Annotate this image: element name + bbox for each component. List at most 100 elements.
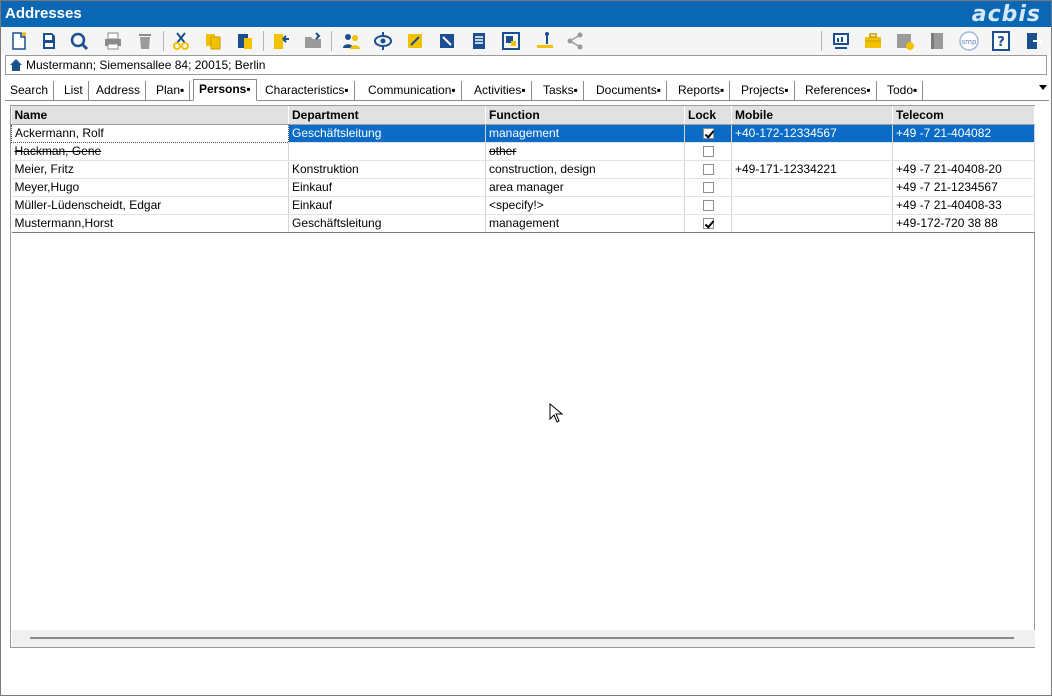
cell-telecom[interactable]: +49-172-720 38 88 [892, 214, 1035, 233]
cell-function[interactable]: construction, design [485, 160, 685, 179]
persons-grid: Name Department Function Lock Mobile Tel… [10, 105, 1035, 648]
layout-icon[interactable] [499, 29, 523, 53]
cell-lock[interactable] [684, 196, 732, 215]
tab-activities[interactable]: Activities▪ [469, 81, 532, 101]
table-row[interactable]: Mustermann,Horst Geschäftsleitung manage… [11, 214, 1035, 233]
import-icon[interactable] [269, 29, 293, 53]
column-header-name[interactable]: Name [11, 106, 289, 125]
tab-communication[interactable]: Communication▪ [363, 81, 462, 101]
cell-telecom[interactable] [892, 142, 1035, 161]
cell-telecom[interactable]: +49 -7 21-404082 [892, 124, 1035, 143]
address-summary-bar: Mustermann; Siemensallee 84; 20015; Berl… [5, 55, 1047, 75]
table-row[interactable]: Hackman, Gene other [11, 142, 1035, 161]
copy-icon[interactable] [201, 29, 225, 53]
edit-icon[interactable] [403, 29, 427, 53]
cell-name[interactable]: Meier, Fritz [11, 160, 289, 179]
lock-checkbox[interactable] [702, 164, 714, 176]
cell-lock[interactable] [684, 178, 732, 197]
cell-mobile[interactable]: +40-172-12334567 [731, 124, 893, 143]
tab-persons[interactable]: Persons▪ [193, 79, 257, 101]
cell-name[interactable]: Hackman, Gene [11, 142, 289, 161]
toolbar: smp ? [1, 27, 1051, 55]
cell-department[interactable]: Geschäftsleitung [288, 214, 486, 233]
column-header-function[interactable]: Function [485, 106, 685, 125]
cell-function[interactable]: other [485, 142, 685, 161]
cell-mobile[interactable] [731, 178, 893, 197]
cell-department[interactable]: Geschäftsleitung [288, 124, 486, 143]
tab-plan[interactable]: Plan▪ [151, 81, 191, 101]
search-icon[interactable] [67, 29, 91, 53]
lock-checkbox[interactable] [702, 218, 714, 230]
cell-mobile[interactable]: +49-171-12334221 [731, 160, 893, 179]
lock-checkbox[interactable] [702, 182, 714, 194]
cell-function[interactable]: management [485, 124, 685, 143]
ruler-icon[interactable] [533, 29, 557, 53]
tab-characteristics[interactable]: Characteristics▪ [260, 81, 355, 101]
open-folder-icon[interactable] [301, 29, 325, 53]
cell-function[interactable]: area manager [485, 178, 685, 197]
cell-lock[interactable] [684, 142, 732, 161]
cell-department[interactable]: Einkauf [288, 196, 486, 215]
save-icon[interactable] [37, 29, 61, 53]
cell-lock[interactable] [684, 214, 732, 233]
cell-lock[interactable] [684, 124, 732, 143]
table-row[interactable]: Meier, Fritz Konstruktion construction, … [11, 160, 1035, 179]
tab-tasks[interactable]: Tasks▪ [538, 81, 584, 101]
view-icon[interactable] [371, 29, 395, 53]
tab-list[interactable]: List [59, 81, 89, 101]
tab-address[interactable]: Address [91, 81, 147, 101]
smp-icon[interactable]: smp [957, 29, 981, 53]
cell-name[interactable]: Meyer,Hugo [11, 178, 289, 197]
scrollbar-thumb[interactable] [30, 637, 1014, 639]
lock-checkbox[interactable] [702, 146, 714, 158]
new-icon[interactable] [7, 29, 31, 53]
cell-name[interactable]: Mustermann,Horst [11, 214, 289, 233]
help-icon[interactable]: ? [989, 29, 1013, 53]
tab-todo[interactable]: Todo▪ [882, 81, 924, 101]
column-header-lock[interactable]: Lock [684, 106, 732, 125]
lock-checkbox[interactable] [702, 128, 714, 140]
cell-function[interactable]: <specify!> [485, 196, 685, 215]
cell-department[interactable] [288, 142, 486, 161]
briefcase-icon[interactable] [861, 29, 885, 53]
contacts-icon[interactable] [339, 29, 363, 53]
paste-icon[interactable] [233, 29, 257, 53]
share-icon[interactable] [563, 29, 587, 53]
tab-references[interactable]: References▪ [800, 81, 877, 101]
lock-checkbox[interactable] [702, 200, 714, 212]
document-icon[interactable] [467, 29, 491, 53]
cell-mobile[interactable] [731, 196, 893, 215]
horizontal-scrollbar[interactable] [12, 630, 1035, 647]
cell-telecom[interactable]: +49 -7 21-40408-33 [892, 196, 1035, 215]
print-icon[interactable] [101, 29, 125, 53]
cell-name[interactable]: Ackermann, Rolf [11, 123, 289, 143]
cell-telecom[interactable]: +49 -7 21-1234567 [892, 178, 1035, 197]
cell-mobile[interactable] [731, 214, 893, 233]
book-icon[interactable] [925, 29, 949, 53]
cut-icon[interactable] [169, 29, 193, 53]
table-row[interactable]: Müller-Lüdenscheidt, Edgar Einkauf <spec… [11, 196, 1035, 215]
cell-department[interactable]: Konstruktion [288, 160, 486, 179]
cell-telecom[interactable]: +49 -7 21-40408-20 [892, 160, 1035, 179]
exit-icon[interactable] [1021, 29, 1045, 53]
column-header-department[interactable]: Department [288, 106, 486, 125]
cell-mobile[interactable] [731, 142, 893, 161]
tab-reports[interactable]: Reports▪ [673, 81, 731, 101]
tab-documents[interactable]: Documents▪ [591, 81, 667, 101]
folder-check-icon[interactable] [893, 29, 917, 53]
tab-projects[interactable]: Projects▪ [736, 81, 795, 101]
table-row[interactable]: Ackermann, Rolf Geschäftsleitung managem… [11, 123, 1035, 143]
tools-icon[interactable] [435, 29, 459, 53]
monitor-icon[interactable] [829, 29, 853, 53]
cell-lock[interactable] [684, 160, 732, 179]
column-header-mobile[interactable]: Mobile [731, 106, 893, 125]
tab-search[interactable]: Search [5, 81, 55, 101]
cell-function[interactable]: management [485, 214, 685, 233]
cell-name[interactable]: Müller-Lüdenscheidt, Edgar [11, 196, 289, 215]
cell-department[interactable]: Einkauf [288, 178, 486, 197]
address-summary-text: Mustermann; Siemensallee 84; 20015; Berl… [26, 58, 266, 72]
delete-icon[interactable] [133, 29, 157, 53]
table-row[interactable]: Meyer,Hugo Einkauf area manager +49 -7 2… [11, 178, 1035, 197]
column-header-telecom[interactable]: Telecom [892, 106, 1035, 125]
tab-overflow-dropdown-icon[interactable] [1039, 85, 1047, 90]
